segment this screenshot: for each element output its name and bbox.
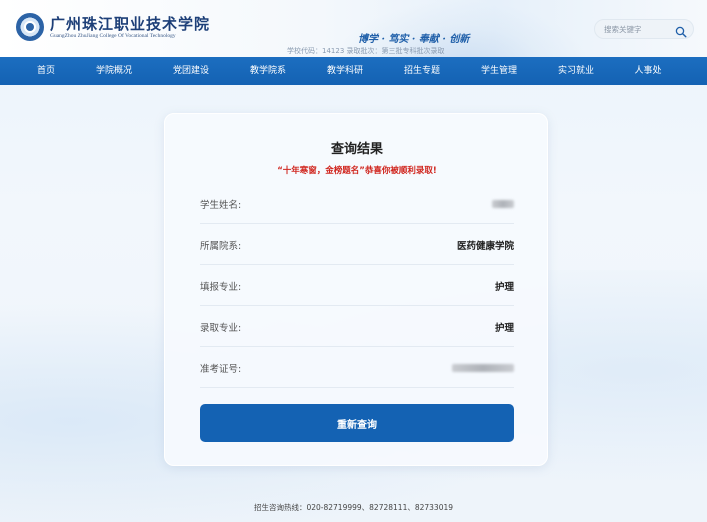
nav-item-home[interactable]: 首页: [37, 57, 55, 85]
school-logo-icon[interactable]: [16, 13, 44, 41]
row-department: 所属院系: 医药健康学院: [200, 224, 514, 265]
school-motto: 博学 · 笃实 · 奉献 · 创新: [358, 34, 470, 45]
row-label: 录取专业:: [200, 323, 242, 334]
nav-item-overview[interactable]: 学院概况: [96, 57, 132, 85]
nav-item-research[interactable]: 教学科研: [327, 57, 363, 85]
congrats-message: “十年寒窗，金榜题名”恭喜你被顺利录取!: [277, 166, 437, 176]
nav-item-admissions[interactable]: 招生专题: [404, 57, 440, 85]
row-label: 所属院系:: [200, 241, 242, 252]
row-label: 准考证号:: [200, 364, 242, 375]
search-icon[interactable]: [675, 23, 687, 38]
nav-item-hr[interactable]: 人事处: [634, 57, 661, 85]
requery-button[interactable]: 重新查询: [200, 404, 514, 442]
nav-item-students[interactable]: 学生管理: [481, 57, 517, 85]
school-name-en: GuangZhou ZhuJiang College Of Vocational…: [50, 33, 176, 39]
nav-item-party[interactable]: 党团建设: [173, 57, 209, 85]
main-nav: 首页 学院概况 党团建设 教学院系 教学科研 招生专题 学生管理 实习就业 人事…: [0, 57, 707, 85]
row-value: 医药健康学院: [456, 241, 514, 252]
result-card: 查询结果 “十年寒窗，金榜题名”恭喜你被顺利录取! 学生姓名: 所属院系: 医药…: [164, 113, 548, 466]
redacted-exam-number: [452, 364, 514, 372]
nav-item-employment[interactable]: 实习就业: [558, 57, 594, 85]
row-value: 护理: [494, 323, 514, 334]
row-exam-number: 准考证号:: [200, 347, 514, 388]
row-label: 填报专业:: [200, 282, 242, 293]
redacted-name: [492, 200, 514, 208]
row-applied-major: 填报专业: 护理: [200, 265, 514, 306]
search-box: [594, 19, 694, 39]
result-title: 查询结果: [330, 142, 383, 157]
row-student-name: 学生姓名:: [200, 183, 514, 224]
search-input[interactable]: [595, 20, 673, 38]
admission-hotline: 招生咨询热线：020-82719999、82728111、82733019: [253, 503, 454, 512]
school-name[interactable]: 广州珠江职业技术学院: [50, 13, 210, 34]
nav-item-departments[interactable]: 教学院系: [250, 57, 286, 85]
row-label: 学生姓名:: [200, 200, 242, 211]
school-meta: 学校代码：14123 录取批次：第三批专科批次录取: [287, 47, 445, 55]
site-header: 广州珠江职业技术学院 GuangZhou ZhuJiang College Of…: [0, 0, 707, 57]
row-admitted-major: 录取专业: 护理: [200, 306, 514, 347]
row-value: 护理: [494, 282, 514, 293]
